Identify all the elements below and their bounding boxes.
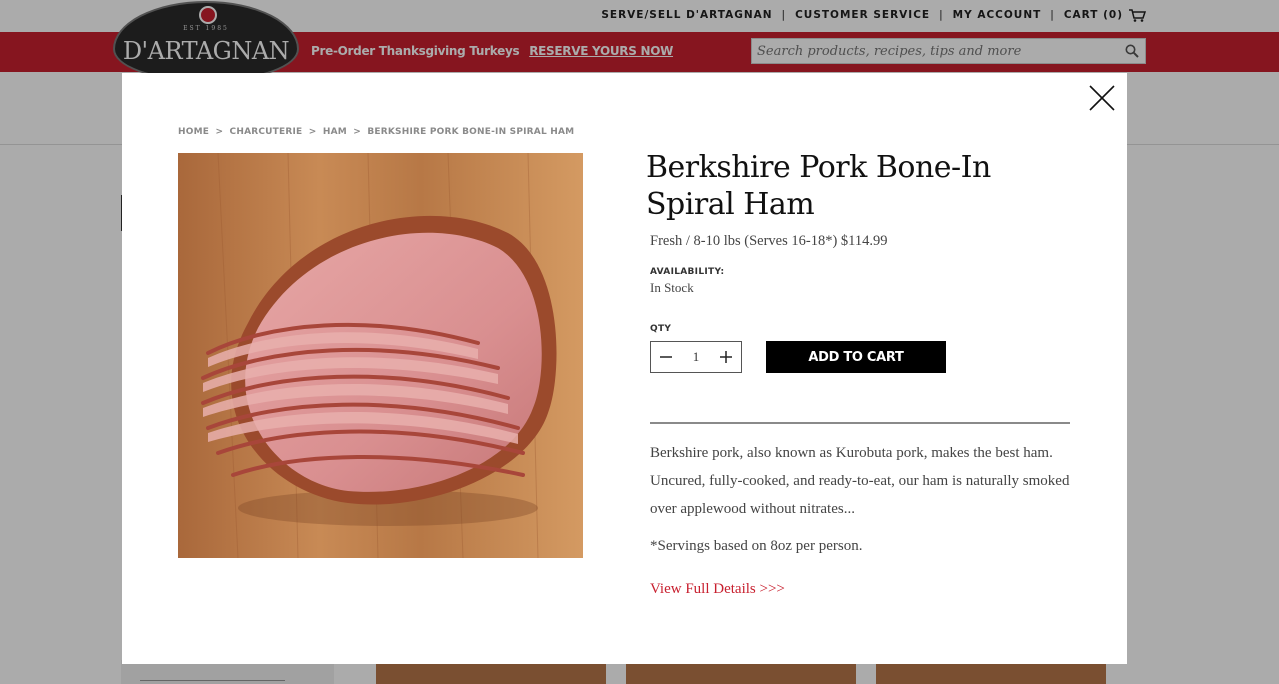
- section-divider: [650, 422, 1070, 424]
- breadcrumb-current: BERKSHIRE PORK BONE-IN SPIRAL HAM: [367, 127, 575, 137]
- minus-icon[interactable]: [651, 342, 681, 372]
- breadcrumb-separator: >: [308, 127, 317, 137]
- breadcrumb: HOME > CHARCUTERIE > HAM > BERKSHIRE POR…: [178, 127, 574, 137]
- breadcrumb-charcuterie[interactable]: CHARCUTERIE: [230, 127, 303, 137]
- breadcrumb-separator: >: [215, 127, 224, 137]
- add-to-cart-button[interactable]: ADD TO CART: [766, 341, 946, 373]
- breadcrumb-separator: >: [353, 127, 361, 137]
- product-title: Berkshire Pork Bone-In Spiral Ham: [646, 150, 991, 222]
- close-icon[interactable]: [1088, 84, 1116, 112]
- quick-view-modal: HOME > CHARCUTERIE > HAM > BERKSHIRE POR…: [122, 73, 1127, 664]
- breadcrumb-home[interactable]: HOME: [178, 127, 209, 137]
- availability-value: In Stock: [650, 280, 694, 295]
- availability-label: AVAILABILITY:: [650, 267, 725, 277]
- product-description: Berkshire pork, also known as Kurobuta p…: [650, 445, 1070, 517]
- quantity-stepper: [650, 341, 742, 373]
- breadcrumb-ham[interactable]: HAM: [323, 127, 347, 137]
- plus-icon[interactable]: [711, 342, 741, 372]
- product-variant-price: Fresh / 8-10 lbs (Serves 16-18*) $114.99: [650, 233, 888, 249]
- view-full-details-link[interactable]: View Full Details >>>: [650, 581, 785, 598]
- product-image: [178, 153, 583, 558]
- quantity-input[interactable]: [681, 342, 711, 372]
- qty-label: QTY: [650, 324, 672, 334]
- servings-note: *Servings based on 8oz per person.: [650, 538, 863, 554]
